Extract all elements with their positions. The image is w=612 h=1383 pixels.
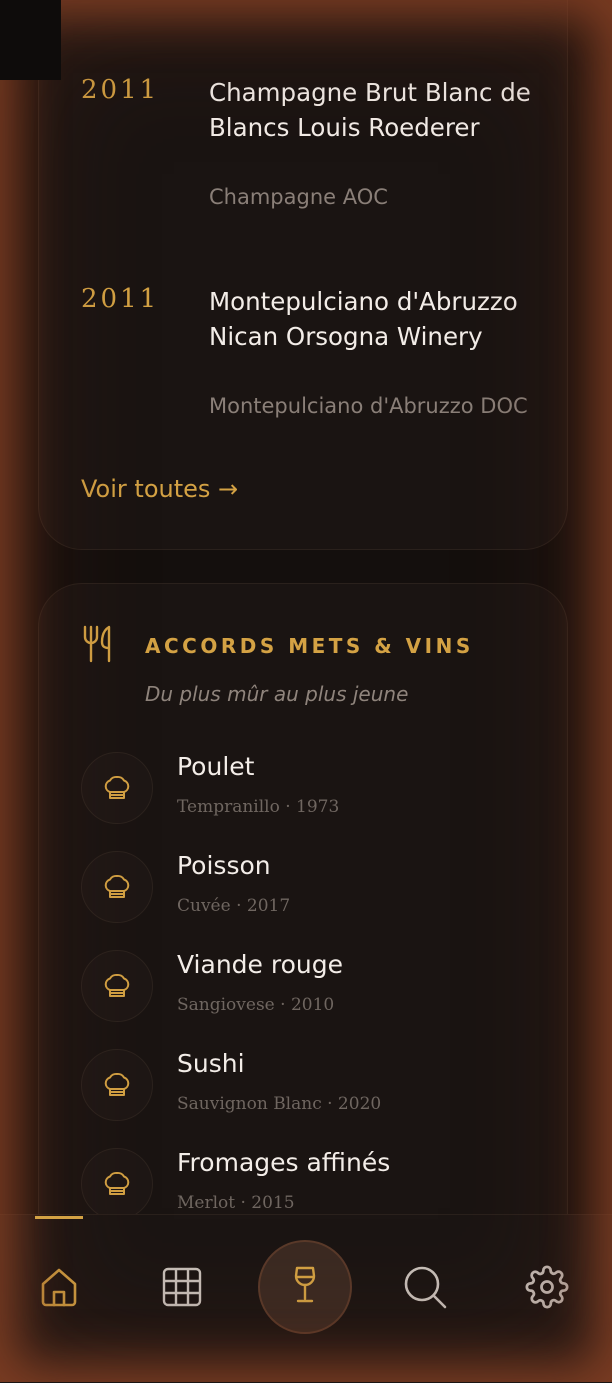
fork-knife-icon <box>81 624 119 668</box>
chef-hat-icon <box>81 851 153 923</box>
nav-search[interactable] <box>400 1264 450 1314</box>
pairing-wine: Cuvée · 2017 <box>177 896 291 916</box>
pairing-wine: Sangiovese · 2010 <box>177 995 335 1015</box>
see-all-link[interactable]: Voir toutes → <box>81 475 238 503</box>
grid-icon <box>161 1266 203 1312</box>
nav-wine[interactable] <box>258 1240 352 1334</box>
gear-icon <box>525 1265 569 1313</box>
nav-grid[interactable] <box>157 1264 207 1314</box>
pairing-wine: Tempranillo · 1973 <box>177 797 340 817</box>
wine-region: Champagne AOC <box>209 185 388 209</box>
chef-hat-icon <box>81 950 153 1022</box>
pairings-title: ACCORDS METS & VINS <box>145 634 474 658</box>
pairing-food: Sushi <box>177 1049 245 1078</box>
pairing-wine: Merlot · 2015 <box>177 1193 295 1213</box>
pairing-wine: Sauvignon Blanc · 2020 <box>177 1094 382 1114</box>
pairing-food: Poulet <box>177 752 255 781</box>
pairing-food: Fromages affinés <box>177 1148 391 1177</box>
nav-home[interactable] <box>34 1264 84 1314</box>
chef-hat-icon <box>81 752 153 824</box>
home-icon <box>37 1265 81 1313</box>
pairing-food: Poisson <box>177 851 271 880</box>
pairing-food: Viande rouge <box>177 950 343 979</box>
wine-vintage: 2011 <box>81 75 160 105</box>
wine-name: Montepulciano d'Abruzzo Nican Orsogna Wi… <box>209 287 518 351</box>
recent-wines-card: 2011 Champagne Brut Blanc de Blancs Loui… <box>38 0 568 550</box>
active-tab-indicator <box>35 1216 83 1219</box>
corner-block <box>0 0 61 80</box>
wine-vintage: 2011 <box>81 284 160 314</box>
chef-hat-icon <box>81 1148 153 1220</box>
wine-name: Champagne Brut Blanc de Blancs Louis Roe… <box>209 78 531 142</box>
chef-hat-icon <box>81 1049 153 1121</box>
pairings-subtitle: Du plus mûr au plus jeune <box>145 682 409 706</box>
wine-glass-icon <box>290 1265 320 1309</box>
pairings-header: ACCORDS METS & VINS <box>81 624 474 668</box>
wine-region: Montepulciano d'Abruzzo DOC <box>209 394 528 418</box>
search-icon <box>402 1264 448 1314</box>
food-pairings-card: ACCORDS METS & VINS Du plus mûr au plus … <box>38 583 568 1285</box>
nav-settings[interactable] <box>522 1264 572 1314</box>
